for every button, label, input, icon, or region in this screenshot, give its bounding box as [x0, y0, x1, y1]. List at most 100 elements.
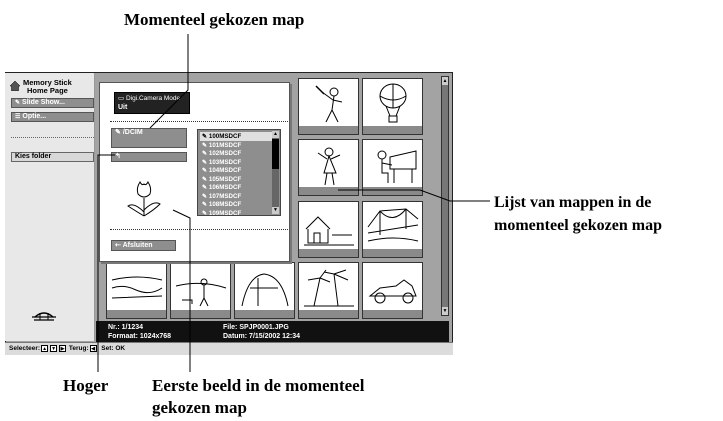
- callout-folder-list-2: momenteel gekozen map: [494, 217, 662, 234]
- folder-select-dialog: ▭ Digi.Camera Mode Uit ✎ /DCIM ↰ ✎ 100MS…: [99, 82, 290, 262]
- set-label: Set: OK: [101, 345, 126, 352]
- options-button[interactable]: ☰ Optie...: [11, 112, 94, 122]
- thumbnail-beach[interactable]: [106, 262, 167, 319]
- scroll-down-icon[interactable]: ▼: [272, 207, 279, 214]
- folder-icon: ✎: [202, 150, 209, 157]
- folder-icon: ✎: [202, 175, 209, 183]
- folder-icon: ✎: [202, 133, 209, 140]
- up-folder-button[interactable]: ↰: [111, 152, 187, 162]
- thumb-bar: [363, 126, 422, 134]
- thumb-bar: [299, 187, 358, 195]
- folder-item-label: 107MSDCF: [208, 192, 242, 200]
- status-bar: Selecteer: ▲ ▼ ▶ Terug: ◀ Set: OK: [5, 342, 453, 355]
- thumbnail-piano[interactable]: [362, 139, 423, 196]
- image-file: File: SPJP0001.JPG: [223, 324, 289, 331]
- thumbnail-dog-walk[interactable]: [170, 262, 231, 319]
- slideshow-label: Slide Show...: [22, 99, 65, 106]
- folder-icon: ✎: [202, 141, 209, 149]
- close-button[interactable]: ⇠ Afsluiten: [111, 240, 176, 251]
- folder-item-label: 108MSDCF: [208, 201, 242, 208]
- thumbnail-palms[interactable]: [298, 262, 359, 319]
- image-info-bar: Nr.: 1/1234 Formaat: 1024x768 File: SPJP…: [96, 321, 449, 342]
- back-key-icon: ◀: [89, 344, 97, 352]
- piano-player-sketch: [377, 150, 417, 183]
- choose-folder-button[interactable]: Kies folder: [11, 152, 94, 162]
- folder-item-label: 101MSDCF: [208, 141, 242, 149]
- divider: [110, 229, 288, 230]
- folder-item[interactable]: ✎ 109MSDCF: [200, 209, 272, 217]
- folder-item-label: 102MSDCF: [208, 150, 242, 157]
- callout-first-image-1: Eerste beeld in de momenteel: [152, 376, 365, 395]
- memory-stick-logo: [32, 312, 56, 321]
- thumb-bar: [363, 187, 422, 195]
- camera-mode-box[interactable]: ▭ Digi.Camera Mode Uit: [114, 92, 190, 114]
- beach-sketch: [111, 276, 163, 299]
- camera-mode-title: Digi.Camera Mode: [125, 95, 181, 102]
- thumb-bar: [299, 310, 358, 318]
- folder-item-label: 105MSDCF: [208, 175, 242, 183]
- thumbnail-garden[interactable]: [234, 262, 295, 319]
- slideshow-icon: ✎: [15, 100, 21, 106]
- close-label: Afsluiten: [122, 242, 153, 249]
- select-label: Selecteer:: [9, 345, 41, 352]
- thumbnail-house[interactable]: [298, 201, 359, 258]
- house-sketch: [304, 216, 354, 246]
- thumb-bar: [363, 249, 422, 257]
- house-icon: [10, 81, 20, 91]
- dancer-sketch: [317, 147, 341, 186]
- up-folder-icon: ↰: [115, 153, 121, 160]
- current-folder-button[interactable]: ✎ /DCIM: [111, 128, 187, 148]
- callout-folder-list-1: Lijst van mappen in de: [494, 194, 652, 211]
- thumbnail-baseball[interactable]: [298, 78, 359, 135]
- image-number: Nr.: 1/1234: [108, 324, 144, 331]
- folder-icon: ✎: [202, 158, 209, 166]
- folder-icon: ✎: [202, 201, 209, 208]
- folder-list: ✎ 100MSDCF ✎ 101MSDCF ✎ 102MSDCF ✎ 103MS…: [197, 129, 281, 217]
- baseball-player-sketch: [315, 85, 343, 123]
- thumbnail-bridge[interactable]: [362, 201, 423, 258]
- slideshow-button[interactable]: ✎ Slide Show...: [11, 98, 94, 108]
- folder-icon: ✎: [202, 184, 209, 191]
- palm-trees-sketch: [304, 269, 354, 307]
- folder-item-label: 100MSDCF: [208, 133, 242, 140]
- folder-item-label: 103MSDCF: [208, 158, 242, 166]
- thumbnail-dancer[interactable]: [298, 139, 359, 196]
- divider: [110, 121, 288, 122]
- home-line2: Home Page: [27, 86, 68, 95]
- folder-item-label: 109MSDCF: [208, 209, 242, 217]
- folder-list-scrollbar[interactable]: ▲ ▼: [272, 131, 279, 214]
- image-format: Formaat: 1024x768: [108, 333, 172, 340]
- scroll-thumb[interactable]: [272, 139, 279, 169]
- scroll-up-icon[interactable]: ▲: [272, 131, 279, 138]
- folder-icon: ✎: [202, 167, 209, 174]
- bridge-sketch: [367, 208, 419, 242]
- home-page-button[interactable]: Memory Stick Home Page: [7, 77, 93, 99]
- race-car-sketch: [368, 279, 417, 304]
- arrow-down-key-icon: ▼: [50, 344, 58, 352]
- thumb-bar: [107, 310, 166, 318]
- thumbnail-balloon[interactable]: [362, 78, 423, 135]
- sidebar: Memory Stick Home Page ✎ Slide Show... ☰ Op…: [5, 73, 95, 341]
- options-icon: ☰: [15, 114, 21, 120]
- camera-mode-value: Uit: [118, 104, 128, 111]
- folder-icon: ✎: [115, 129, 121, 136]
- callout-up: Hoger: [63, 376, 109, 395]
- back-label: Terug:: [68, 345, 89, 352]
- camera-icon: ▭: [118, 95, 125, 102]
- scroll-down-icon[interactable]: ▼: [442, 307, 448, 315]
- garden-sketch: [241, 273, 289, 307]
- thumbnail-race-car[interactable]: [362, 262, 423, 319]
- thumb-bar: [299, 249, 358, 257]
- folder-item-label: 106MSDCF: [208, 184, 242, 191]
- grid-scrollbar[interactable]: ▲ ▼: [441, 76, 449, 316]
- hot-air-balloon-sketch: [379, 83, 407, 123]
- current-folder-label: /DCIM: [122, 129, 143, 136]
- sidebar-divider: [11, 137, 94, 138]
- folder-item-label: 104MSDCF: [208, 167, 242, 174]
- tulip-first-image: [127, 181, 161, 217]
- thumb-bar: [235, 310, 294, 318]
- folder-icon: ✎: [202, 209, 209, 217]
- options-label: Optie...: [22, 113, 47, 120]
- scroll-up-icon[interactable]: ▲: [442, 77, 448, 85]
- image-date: Datum: 7/15/2002 12:34: [223, 333, 301, 340]
